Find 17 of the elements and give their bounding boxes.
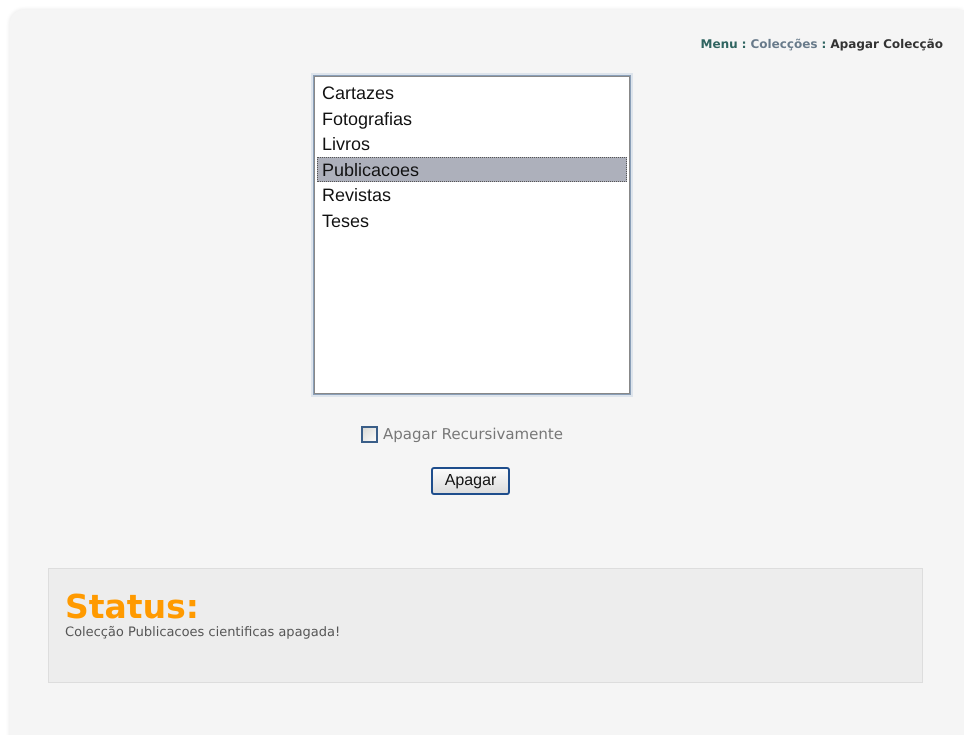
list-option[interactable]: Cartazes	[317, 80, 627, 106]
status-message: Colecção Publicacoes cientificas apagada!	[65, 625, 342, 640]
checkbox[interactable]	[360, 426, 378, 442]
list-option[interactable]: Livros	[317, 131, 627, 157]
list-option[interactable]: Fotografias	[317, 106, 627, 132]
delete-button[interactable]: Apagar	[430, 467, 510, 495]
collection-listbox[interactable]: Cartazes Fotografias Livros Publicacoes Revistas Teses	[313, 75, 631, 395]
checkbox-label: Apagar Recursivamente	[382, 425, 564, 443]
breadcrumb-separator: :	[822, 36, 826, 52]
list-option[interactable]: Revistas	[317, 182, 627, 208]
breadcrumb-link[interactable]: Menu	[700, 36, 738, 52]
list-option[interactable]: Publicacoes	[317, 156, 627, 182]
breadcrumb-link[interactable]: Colecções	[750, 36, 818, 52]
status-title: Status:	[65, 589, 200, 625]
breadcrumb-current: Apagar Colecção	[830, 36, 943, 52]
breadcrumb-separator: :	[742, 36, 746, 52]
list-option[interactable]: Teses	[317, 208, 627, 234]
